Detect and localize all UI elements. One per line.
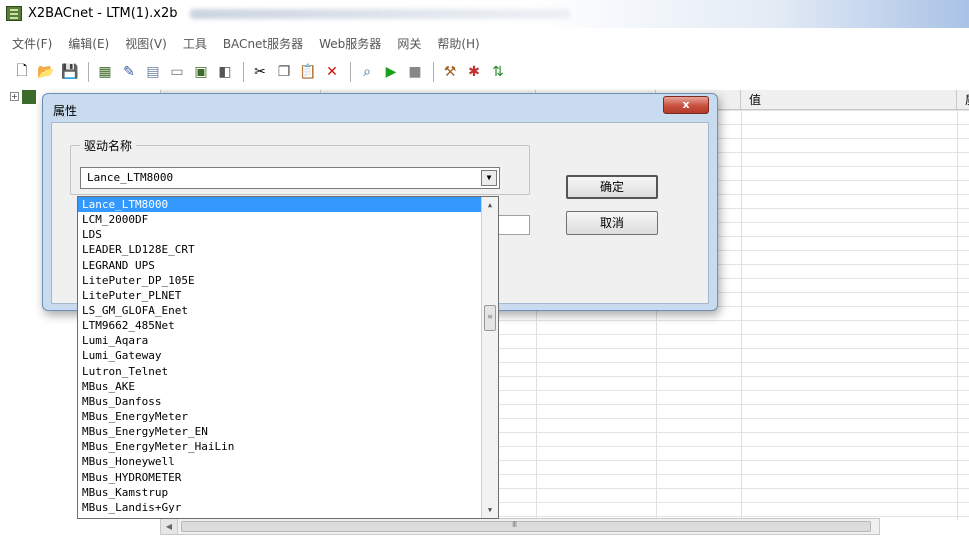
app-icon — [6, 6, 22, 21]
driver-option[interactable]: LitePuter_DP_105E — [78, 273, 481, 288]
menu-bacnet-server[interactable]: BACnet服务器 — [223, 35, 303, 52]
window-title: X2BACnet - LTM(1).x2b — [28, 6, 178, 21]
save-icon[interactable]: 💾 — [60, 62, 80, 82]
toolbar-separator — [350, 62, 351, 82]
toolbar-separator — [433, 62, 434, 82]
dialog-title: 属性 — [53, 104, 78, 118]
driver-option[interactable]: MBus_Honeywell — [78, 454, 481, 469]
open-icon[interactable]: 📂 — [36, 62, 56, 82]
driver-combo-value: Lance_LTM8000 — [87, 171, 174, 184]
driver-option[interactable]: Lutron_Telnet — [78, 364, 481, 379]
driver-option[interactable]: LEGRAND UPS — [78, 258, 481, 273]
dropdown-scroll-thumb[interactable]: ≡ — [484, 305, 496, 331]
title-blur — [190, 9, 570, 19]
scrollbar-thumb[interactable] — [181, 520, 871, 532]
dropdown-scrollbar[interactable]: ▲ ≡ ▼ — [481, 197, 498, 518]
menu-edit[interactable]: 编辑(E) — [68, 35, 109, 52]
grid-icon[interactable]: ▤ — [143, 62, 163, 82]
toolbar-separator — [243, 62, 244, 82]
new-icon[interactable]: 🗋 — [12, 62, 32, 82]
expand-icon[interactable]: + — [10, 92, 19, 101]
toolbar: 🗋 📂 💾 ▦ ✎ ▤ ▭ ▣ ◧ ✂ ❐ 📋 ✕ ⌕ ▶ ■ ⚒ ✱ ⇅ — [0, 58, 969, 86]
driver-option[interactable]: LEADER_LD128E_CRT — [78, 242, 481, 257]
horizontal-scrollbar[interactable]: ◀ — [160, 518, 880, 535]
driver-option[interactable]: MBus_EnergyMeter — [78, 409, 481, 424]
driver-option[interactable]: MBus_Kamstrup — [78, 485, 481, 500]
driver-name-label: 驱动名称 — [80, 137, 137, 154]
transfer-icon[interactable]: ⇅ — [488, 62, 508, 82]
grid-column-line — [957, 110, 958, 520]
driver-option[interactable]: LitePuter_PLNET — [78, 288, 481, 303]
scroll-left-icon[interactable]: ◀ — [161, 519, 178, 534]
paste-icon[interactable]: 📋 — [298, 62, 318, 82]
menu-gateway[interactable]: 网关 — [397, 35, 421, 52]
driver-option[interactable]: LS_GM_GLOFA_Enet — [78, 303, 481, 318]
cancel-button[interactable]: 取消 — [566, 211, 658, 235]
props-icon[interactable]: ◧ — [215, 62, 235, 82]
column-header-value[interactable]: 值 — [741, 90, 957, 110]
run-icon[interactable]: ▶ — [381, 62, 401, 82]
toolbar-separator — [88, 62, 89, 82]
driver-option[interactable]: MBus_Landis+Gyr — [78, 500, 481, 515]
config-icon[interactable]: ✱ — [464, 62, 484, 82]
driver-option[interactable]: MBus_AKE — [78, 379, 481, 394]
chevron-down-icon[interactable]: ▼ — [481, 170, 497, 186]
ok-button[interactable]: 确定 — [566, 175, 658, 199]
search-icon[interactable]: ⌕ — [357, 62, 377, 82]
driver-option[interactable]: MBus_EnergyMeter_HaiLin — [78, 439, 481, 454]
column-header-quality[interactable]: 质 — [957, 90, 969, 110]
menu-view[interactable]: 视图(V) — [125, 35, 167, 52]
driver-option[interactable]: MBus_Danfoss — [78, 394, 481, 409]
driver-option[interactable]: LDS — [78, 227, 481, 242]
menu-help[interactable]: 帮助(H) — [437, 35, 479, 52]
grid-column-line — [741, 110, 742, 520]
menu-file[interactable]: 文件(F) — [12, 35, 52, 52]
driver-option[interactable]: LTM9662_485Net — [78, 318, 481, 333]
pin-icon[interactable]: ✎ — [119, 62, 139, 82]
doc-icon[interactable]: ▭ — [167, 62, 187, 82]
driver-option[interactable]: Lumi_Aqara — [78, 333, 481, 348]
title-bar: X2BACnet - LTM(1).x2b — [0, 0, 969, 28]
menu-tools[interactable]: 工具 — [183, 35, 207, 52]
menu-bar: 文件(F) 编辑(E) 视图(V) 工具 BACnet服务器 Web服务器 网关… — [0, 32, 969, 54]
driver-option[interactable]: Lance_LTM8000 — [78, 197, 481, 213]
copy-icon[interactable]: ❐ — [274, 62, 294, 82]
driver-option[interactable]: LCM_2000DF — [78, 212, 481, 227]
stop-icon[interactable]: ■ — [405, 62, 425, 82]
scroll-up-icon[interactable]: ▲ — [482, 197, 498, 213]
tool-icon[interactable]: ⚒ — [440, 62, 460, 82]
close-button[interactable]: x — [663, 96, 709, 114]
db-icon[interactable]: ▦ — [95, 62, 115, 82]
root-node-icon[interactable] — [22, 90, 36, 104]
driver-option[interactable]: Lumi_Gateway — [78, 348, 481, 363]
driver-dropdown-list[interactable]: Lance_LTM8000 LCM_2000DF LDS LEADER_LD12… — [77, 196, 499, 519]
menu-web-server[interactable]: Web服务器 — [319, 35, 381, 52]
delete-icon[interactable]: ✕ — [322, 62, 342, 82]
device-icon[interactable]: ▣ — [191, 62, 211, 82]
driver-combobox[interactable]: Lance_LTM8000 ▼ — [80, 167, 500, 189]
driver-option[interactable]: MBus_HYDROMETER — [78, 470, 481, 485]
cut-icon[interactable]: ✂ — [250, 62, 270, 82]
driver-options: Lance_LTM8000 LCM_2000DF LDS LEADER_LD12… — [78, 197, 481, 515]
driver-option[interactable]: MBus_EnergyMeter_EN — [78, 424, 481, 439]
scroll-down-icon[interactable]: ▼ — [482, 502, 498, 518]
